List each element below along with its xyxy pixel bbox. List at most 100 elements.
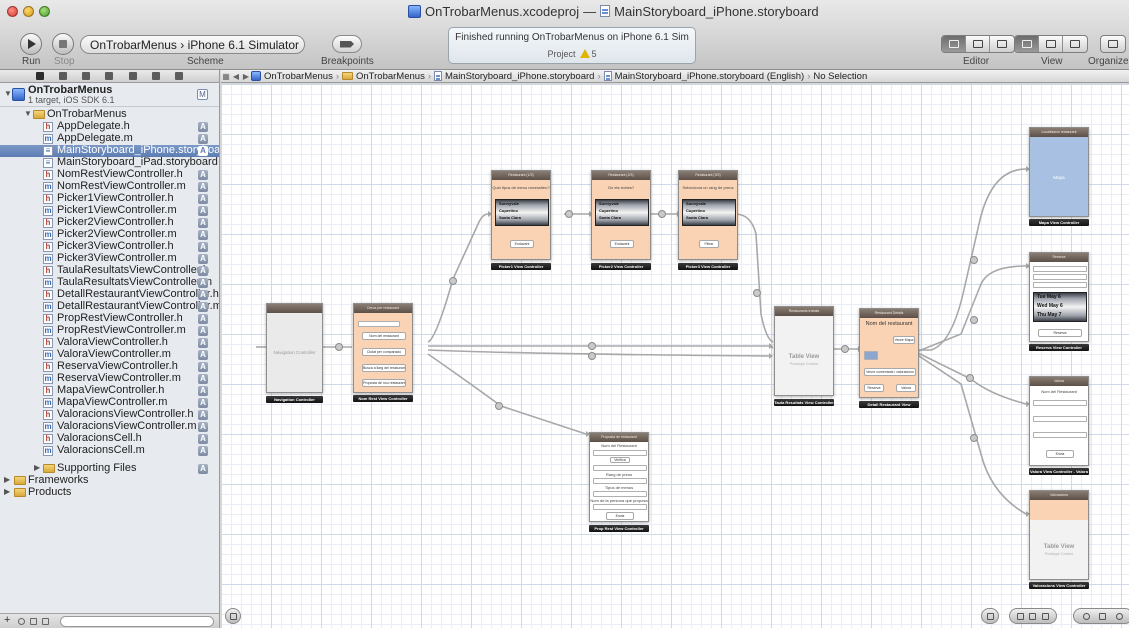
recent-files-filter-icon[interactable]	[18, 618, 25, 625]
scene-label-picker2[interactable]: Picker2 View Controller	[591, 263, 651, 270]
segue-node[interactable]	[588, 342, 596, 350]
storyboard-canvas[interactable]: Navigation Controller Navigation Control…	[221, 84, 1129, 628]
toggle-utilities-button[interactable]	[1063, 36, 1087, 52]
segue-node[interactable]	[970, 434, 978, 442]
zoom-window-button[interactable]	[39, 6, 50, 17]
scene-picker3[interactable]: Restaurant (3/3) Selecciona un rang de p…	[678, 170, 738, 260]
document-outline-toggle-button[interactable]	[225, 608, 241, 624]
scene-label-taula-resultats[interactable]: Taula Resultats View Controller	[774, 399, 834, 406]
disclosure-open-icon[interactable]: ▼	[4, 89, 12, 98]
target-membership-badge: A	[198, 398, 208, 408]
segue-node[interactable]	[565, 210, 573, 218]
segue-node[interactable]	[970, 256, 978, 264]
resize-icon	[1042, 612, 1050, 620]
segue-node[interactable]	[753, 289, 761, 297]
jump-bar-item-localization[interactable]: MainStoryboard_iPhone.storyboard (Englis…	[603, 71, 804, 82]
scene-nav-bar: Restaurant (2/3)	[592, 171, 650, 180]
scene-valoracions[interactable]: Valoracions Table View Prototype Content	[1029, 490, 1089, 580]
toggle-debug-area-button[interactable]	[1039, 36, 1063, 52]
log-navigator-tab[interactable]	[175, 72, 184, 80]
segue-node[interactable]	[588, 352, 596, 360]
symbol-navigator-tab[interactable]	[58, 72, 67, 80]
scheme-popup[interactable]: OnTrobarMenus › iPhone 6.1 Simulator	[80, 35, 305, 54]
add-file-button[interactable]: +	[4, 614, 10, 626]
breakpoints-button[interactable]	[332, 35, 362, 53]
unsaved-filter-icon[interactable]	[42, 618, 49, 625]
stop-button[interactable]	[52, 33, 74, 55]
scene-label-valora[interactable]: Valora View Controller - Valora	[1029, 468, 1089, 475]
standard-editor-button[interactable]	[942, 36, 966, 52]
scene-picker2[interactable]: Restaurant (2/3) On ets trobes? Sunnyval…	[591, 170, 651, 260]
scene-label-picker3[interactable]: Picker3 View Controller	[678, 263, 738, 270]
organizer-button[interactable]	[1101, 36, 1125, 52]
scene-label-navigation-controller[interactable]: Navigation Controller	[266, 396, 323, 403]
scene-nom-rest[interactable]: Cerca per restaurant Nom del restaurant …	[353, 303, 413, 393]
scene-label-valoracions[interactable]: Valoracions View Controller	[1029, 582, 1089, 589]
scene-label-reserva[interactable]: Reserva View Controller	[1029, 344, 1089, 351]
scene-label-nom-rest[interactable]: Nom Rest View Controller	[353, 395, 413, 402]
file-row[interactable]: m ValoracionsCell.m A	[0, 444, 219, 457]
search-navigator-tab[interactable]	[82, 72, 91, 80]
scene-detall-restaurant[interactable]: Restaurant Detalls Nom del restaurant Ve…	[859, 308, 919, 398]
scene-label-detall-restaurant[interactable]: Detall Restaurant View	[859, 401, 919, 408]
run-button[interactable]	[20, 33, 42, 55]
segue-node[interactable]	[970, 316, 978, 324]
stop-icon	[59, 40, 67, 48]
close-window-button[interactable]	[7, 6, 18, 17]
scene-label-prop-rest[interactable]: Prop Rest View Controller	[589, 525, 649, 532]
group-row-products[interactable]: ▶ Products	[0, 486, 219, 499]
source-control-filter-icon[interactable]	[30, 618, 37, 625]
jump-bar-item-selection[interactable]: No Selection	[813, 71, 867, 82]
file-name: AppDelegate.m	[57, 132, 133, 144]
stop-label: Stop	[54, 56, 75, 67]
segue-node[interactable]	[966, 374, 974, 382]
segue-node[interactable]	[449, 277, 457, 285]
debug-navigator-tab[interactable]	[128, 72, 137, 80]
scene-text-field	[1033, 282, 1087, 288]
disclosure-closed-icon[interactable]: ▶	[4, 487, 10, 496]
zoom-controls[interactable]	[1073, 608, 1129, 624]
segue-node[interactable]	[495, 402, 503, 410]
scene-label-picker1[interactable]: Picker1 View Controller	[491, 263, 551, 270]
scene-text-field	[1033, 416, 1087, 422]
toggle-navigator-button[interactable]	[1015, 36, 1039, 52]
disclosure-closed-icon[interactable]: ▶	[4, 475, 10, 484]
jump-bar-item-file[interactable]: MainStoryboard_iPhone.storyboard	[434, 71, 594, 82]
forward-arrow-icon[interactable]: ▶	[241, 72, 251, 81]
segue-node[interactable]	[658, 210, 666, 218]
jump-bar-item-group[interactable]: OnTrobarMenus	[342, 71, 425, 82]
navigator-filter-input[interactable]	[60, 616, 214, 627]
segue-line	[428, 345, 774, 349]
jump-bar-item-project[interactable]: OnTrobarMenus	[251, 71, 333, 82]
disclosure-open-icon[interactable]: ▼	[24, 109, 32, 118]
file-name: NomRestViewController.h	[57, 168, 183, 180]
target-membership-badge: A	[198, 170, 208, 180]
project-navigator-tab[interactable]	[35, 72, 44, 80]
scene-taula-resultats[interactable]: Restaurants trobats Table View Prototype…	[774, 306, 834, 396]
assistant-editor-button[interactable]	[966, 36, 990, 52]
resolve-autolayout-button[interactable]	[981, 608, 999, 624]
version-editor-button[interactable]	[990, 36, 1014, 52]
scene-mapa[interactable]: Localitzacio restaurant Mapa	[1029, 127, 1089, 217]
segue-node[interactable]	[841, 345, 849, 353]
scene-navigation-controller[interactable]: Navigation Controller	[266, 303, 323, 393]
picker-row: Wed May 6	[1037, 303, 1063, 309]
activity-project[interactable]: Project 5	[449, 49, 695, 59]
project-root-row[interactable]: ▼ OnTrobarMenus 1 target, iOS SDK 6.1 M	[0, 83, 219, 107]
picker-row: Thu May 7	[1037, 312, 1062, 318]
back-arrow-icon[interactable]: ◀	[231, 72, 241, 81]
breakpoint-navigator-tab[interactable]	[152, 72, 161, 80]
segue-node[interactable]	[335, 343, 343, 351]
layout-controls[interactable]	[1009, 608, 1057, 624]
scene-label-mapa[interactable]: Mapa View Controller	[1029, 219, 1089, 226]
scene-nav-bar	[267, 304, 322, 313]
scene-prop-rest[interactable]: Proposta de restaurant Nom del Restauran…	[589, 432, 649, 522]
disclosure-closed-icon[interactable]: ▶	[34, 463, 40, 472]
picker-row: Santa Clara	[686, 215, 709, 220]
related-items-icon[interactable]: ▦	[221, 72, 231, 81]
scene-valora[interactable]: Valora Nom del Restaurant Envia	[1029, 376, 1089, 466]
scene-reserva[interactable]: Reserva Tue May 6 Wed May 6 Thu May 7 Re…	[1029, 252, 1089, 342]
scene-picker1[interactable]: Restaurant (1/3) Quin tipus de menu nece…	[491, 170, 551, 260]
issue-navigator-tab[interactable]	[105, 72, 114, 80]
minimize-window-button[interactable]	[23, 6, 34, 17]
